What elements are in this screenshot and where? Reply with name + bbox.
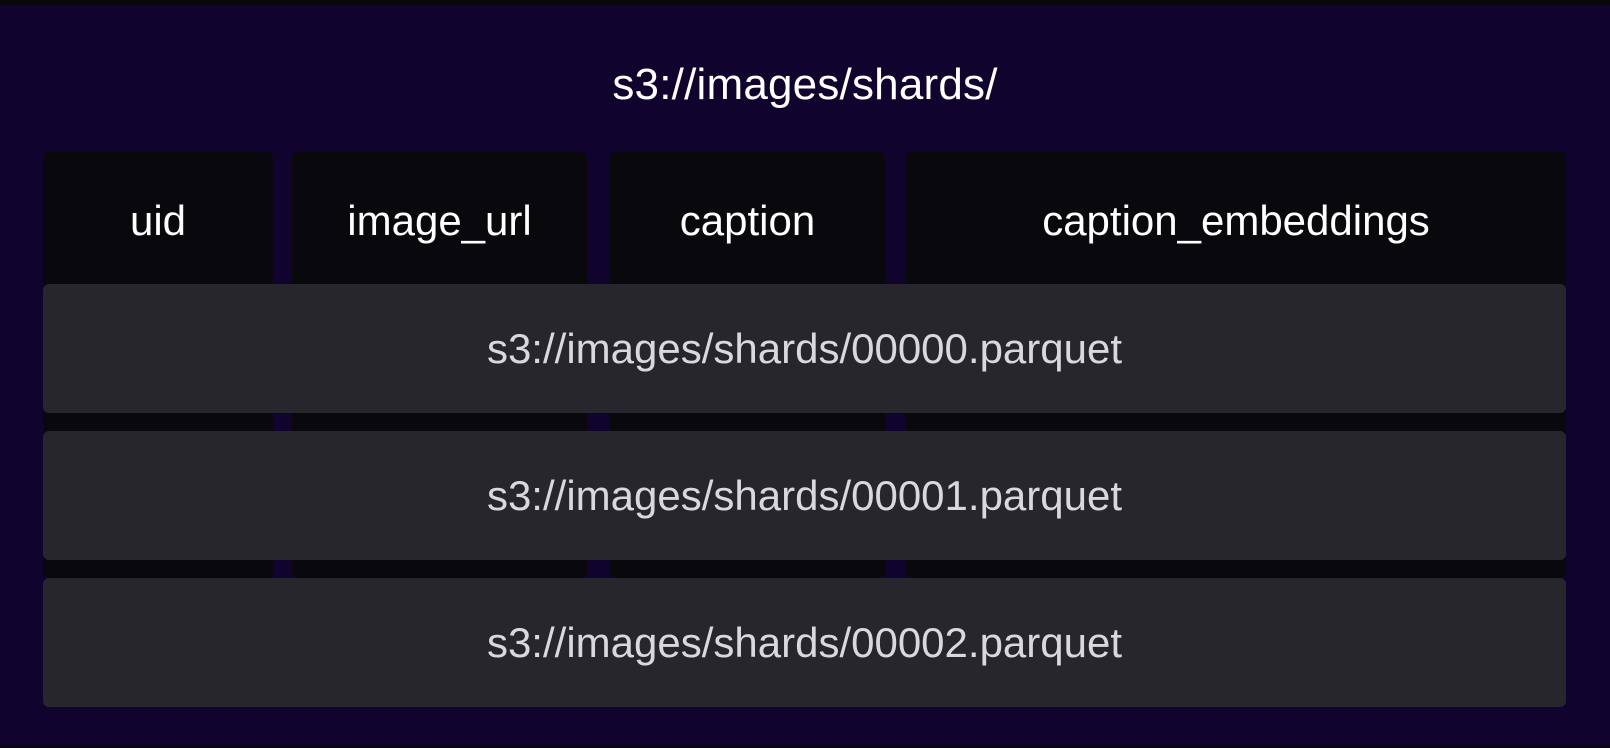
dataset-path-title: s3://images/shards/ xyxy=(612,60,998,109)
shard-row: s3://images/shards/00000.parquet xyxy=(43,284,1566,413)
shard-row: s3://images/shards/00002.parquet xyxy=(43,578,1566,707)
diagram-frame: s3://images/shards/ uid image_url captio… xyxy=(0,5,1610,746)
column-label: caption_embeddings xyxy=(1042,197,1430,244)
column-label: uid xyxy=(129,197,187,244)
shard-row: s3://images/shards/00001.parquet xyxy=(43,431,1566,560)
column-label: caption xyxy=(679,197,816,244)
column-label: image_url xyxy=(347,197,532,244)
